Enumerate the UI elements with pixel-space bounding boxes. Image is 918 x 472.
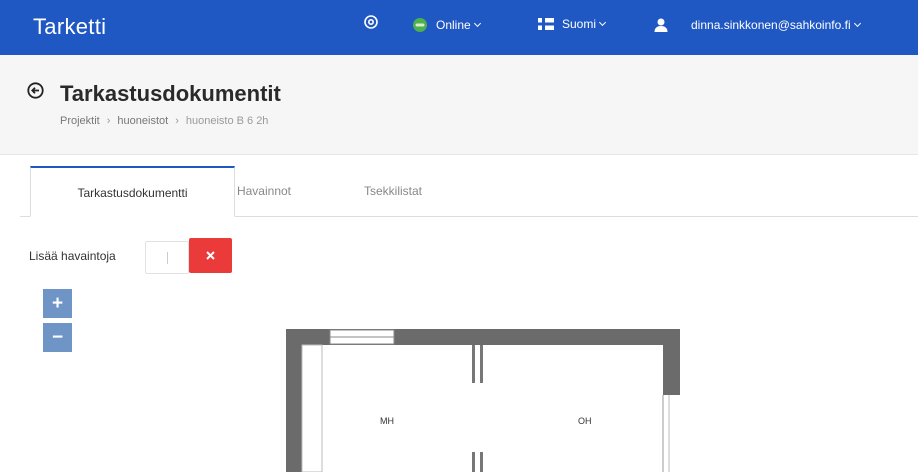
breadcrumb-separator-icon: › (106, 115, 111, 127)
partition-wall-upper (480, 345, 483, 383)
flag-icon (538, 18, 554, 30)
close-icon (206, 251, 215, 260)
settings-button[interactable] (363, 14, 379, 30)
tab-observations[interactable]: Havainnot (234, 166, 294, 217)
wall-left (286, 329, 302, 472)
tab-inspection-document[interactable]: Tarkastusdokumentti (30, 166, 235, 217)
chevron-down-icon (473, 19, 481, 27)
tab-checklists[interactable]: Tsekkilistat (338, 166, 448, 217)
breadcrumb-separator-icon: › (175, 115, 179, 127)
floor-plan[interactable]: MH OH (286, 326, 686, 472)
brand-logo[interactable]: Tarketti (33, 14, 106, 40)
text-cursor (167, 252, 168, 264)
tab-bar: Tarkastusdokumentti Havainnot Tsekkilist… (20, 166, 918, 217)
cancel-add-button[interactable] (189, 238, 232, 273)
zoom-out-button[interactable]: − (43, 323, 72, 352)
room-label-oh: OH (578, 416, 592, 426)
status-dot-icon (413, 18, 427, 32)
breadcrumb-apartments[interactable]: huoneistot (117, 115, 168, 127)
top-navbar: Tarketti Online Suomi dinna.sinkkonen@sa… (0, 0, 918, 55)
user-menu[interactable]: dinna.sinkkonen@sahkoinfo.fi (653, 17, 861, 33)
status-label: Online (436, 18, 471, 32)
partition-wall-lower (480, 452, 483, 472)
back-arrow-icon[interactable] (27, 82, 44, 99)
language-label: Suomi (562, 17, 597, 31)
language-dropdown[interactable]: Suomi (538, 17, 607, 31)
breadcrumb-projects[interactable]: Projektit (60, 115, 100, 127)
page-title: Tarkastusdokumentit (60, 81, 281, 106)
breadcrumb: Projektit › huoneistot › huoneisto B 6 2… (60, 115, 268, 127)
room-label-mh: MH (380, 416, 394, 426)
user-email: dinna.sinkkonen@sahkoinfo.fi (691, 18, 851, 32)
user-icon (654, 18, 668, 32)
zoom-in-button[interactable]: + (43, 289, 72, 318)
chevron-down-icon (853, 19, 861, 27)
wall-left-inner (301, 344, 323, 472)
chevron-down-icon (598, 18, 607, 26)
status-dropdown[interactable]: Online (412, 17, 481, 33)
partition-wall-upper (472, 345, 475, 383)
partition-wall-lower (472, 452, 475, 472)
add-observations-label: Lisää havaintoja (29, 249, 116, 263)
add-observations-input[interactable] (145, 241, 189, 274)
wall-right (663, 329, 680, 395)
breadcrumb-current: huoneisto B 6 2h (185, 115, 269, 127)
page-header: Tarkastusdokumentit Projektit › huoneist… (0, 55, 918, 155)
gear-icon (364, 15, 378, 29)
